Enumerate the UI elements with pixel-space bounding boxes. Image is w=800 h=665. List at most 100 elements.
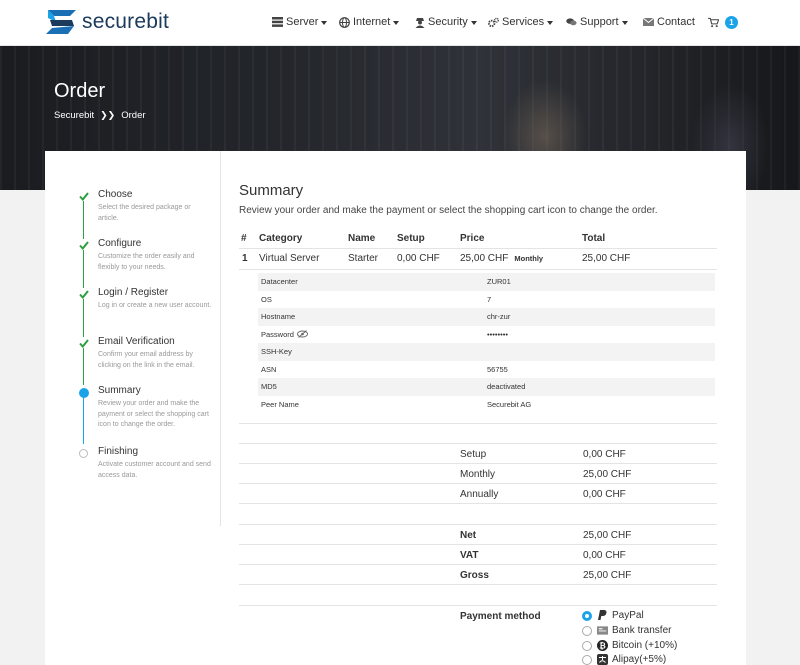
breadcrumb-current: Order (121, 110, 146, 121)
order-steps: Choose Select the desired package or art… (45, 151, 221, 526)
payment-option-alipay[interactable]: Alipay(+5%) (582, 654, 666, 665)
nav-services[interactable]: Services (488, 16, 554, 28)
envelope-icon (643, 17, 654, 28)
detail-row-datacenter: Datacenter ZUR01 (258, 273, 715, 291)
detail-row-md5: MD5 deactivated (258, 378, 715, 396)
total-label: Net (460, 530, 477, 541)
breadcrumb-home-link[interactable]: Securebit (54, 110, 94, 121)
top-navbar: securebit Server Internet Security Servi… (0, 0, 800, 46)
chevron-down-icon (547, 20, 554, 25)
payment-option-paypal[interactable]: PayPal (582, 610, 644, 621)
column-header-number: # (241, 233, 247, 244)
bank-transfer-radio[interactable] (582, 625, 592, 636)
alipay-radio[interactable] (582, 654, 592, 665)
bitcoin-radio[interactable] (582, 640, 592, 651)
cogs-icon (488, 17, 499, 28)
payment-option-label: PayPal (612, 610, 644, 621)
column-header-name: Name (348, 233, 376, 244)
eye-slash-icon[interactable] (296, 330, 308, 338)
chevron-down-icon (470, 20, 477, 25)
summary-subtitle: Review your order and make the payment o… (239, 205, 658, 216)
total-label: Gross (460, 570, 489, 581)
row-number: 1 (242, 253, 248, 264)
nav-internet[interactable]: Internet (339, 16, 400, 28)
nav-internet-label: Internet (353, 16, 391, 28)
payment-option-bitcoin[interactable]: ₿ Bitcoin (+10%) (582, 640, 677, 651)
payment-method-label: Payment method (460, 611, 541, 622)
step-title: Login / Register (98, 287, 169, 298)
order-card: Choose Select the desired package or art… (45, 151, 746, 665)
table-divider (239, 605, 717, 606)
step-description: Log in or create a new user account. (98, 302, 212, 309)
chevron-down-icon (321, 20, 328, 25)
row-name: Starter (348, 253, 379, 264)
server-icon (272, 17, 283, 28)
row-total: 25,00 CHF (582, 253, 631, 264)
securebit-logo-icon (44, 8, 78, 36)
detail-value: Securebit AG (487, 399, 532, 409)
nav-security[interactable]: Security (414, 16, 477, 28)
totals-spacer-row (239, 503, 717, 523)
total-row-monthly: Monthly 25,00 CHF (239, 463, 717, 483)
detail-key: ASN (261, 364, 277, 374)
step-description: Select the desired package or article. (98, 204, 191, 222)
securebit-logo[interactable]: securebit (44, 8, 169, 36)
detail-row-peer-name: Peer Name Securebit AG (258, 396, 715, 414)
nav-contact[interactable]: Contact (643, 16, 695, 28)
column-header-price: Price (460, 233, 485, 244)
nav-server[interactable]: Server (272, 16, 328, 28)
svg-text:₿: ₿ (599, 641, 606, 650)
nav-services-label: Services (502, 16, 545, 28)
cart-count-badge: 1 (725, 16, 738, 29)
total-label: Setup (460, 449, 487, 460)
nav-security-label: Security (428, 16, 468, 28)
total-value: 0,00 CHF (583, 550, 626, 561)
total-value: 0,00 CHF (583, 489, 626, 500)
detail-key: Datacenter (261, 277, 298, 286)
detail-row-os: OS 7 (258, 291, 715, 309)
detail-key: Hostname (261, 312, 296, 321)
nav-support-label: Support (580, 16, 619, 28)
step-connector (83, 397, 84, 444)
column-header-total: Total (582, 233, 606, 244)
payment-option-label: Bank transfer (612, 625, 672, 636)
payment-option-label: Bitcoin (+10%) (612, 640, 678, 651)
globe-icon (339, 16, 350, 28)
payment-option-label: Alipay(+5%) (612, 654, 667, 665)
nav-server-label: Server (286, 16, 319, 28)
step-title: Choose (98, 189, 133, 200)
row-price: 25,00 CHF Monthly (460, 253, 543, 264)
shopping-cart-icon (708, 17, 719, 28)
chevron-down-icon (393, 20, 400, 25)
row-category: Virtual Server (259, 253, 320, 264)
brand-name: securebit (82, 10, 170, 33)
cart-button[interactable]: 1 (708, 16, 738, 29)
nav-support[interactable]: Support (566, 16, 628, 28)
total-row-annually: Annually 0,00 CHF (239, 483, 717, 503)
detail-value: •••••••• (487, 329, 509, 339)
summary-title: Summary (239, 182, 304, 199)
detail-value: chr-zur (487, 312, 511, 321)
total-label: Monthly (460, 469, 496, 480)
paypal-radio[interactable] (582, 610, 592, 621)
column-header-setup: Setup (397, 233, 425, 244)
check-icon (78, 191, 89, 202)
step-connector (83, 348, 84, 385)
nav-contact-label: Contact (657, 16, 695, 28)
detail-row-ssh-key: SSH-Key (258, 343, 715, 361)
step-description: Customize the order easily and flexibly … (98, 253, 195, 271)
step-description: Activate customer account and send acces… (98, 461, 211, 479)
check-icon (78, 240, 89, 251)
bank-transfer-icon (597, 625, 608, 636)
total-label: Annually (460, 489, 499, 500)
table-divider (239, 269, 717, 270)
check-icon (78, 338, 89, 349)
step-connector (83, 201, 84, 239)
step-title: Summary (98, 385, 141, 396)
payment-option-bank-transfer[interactable]: Bank transfer (582, 625, 671, 636)
breadcrumb: Securebit ❯❯ Order (54, 110, 146, 121)
total-row-setup: Setup 0,00 CHF (239, 443, 717, 463)
detail-value: 7 (487, 294, 492, 304)
detail-row-hostname: Hostname chr-zur (258, 308, 715, 326)
step-description: Review your order and make the payment o… (98, 400, 209, 428)
